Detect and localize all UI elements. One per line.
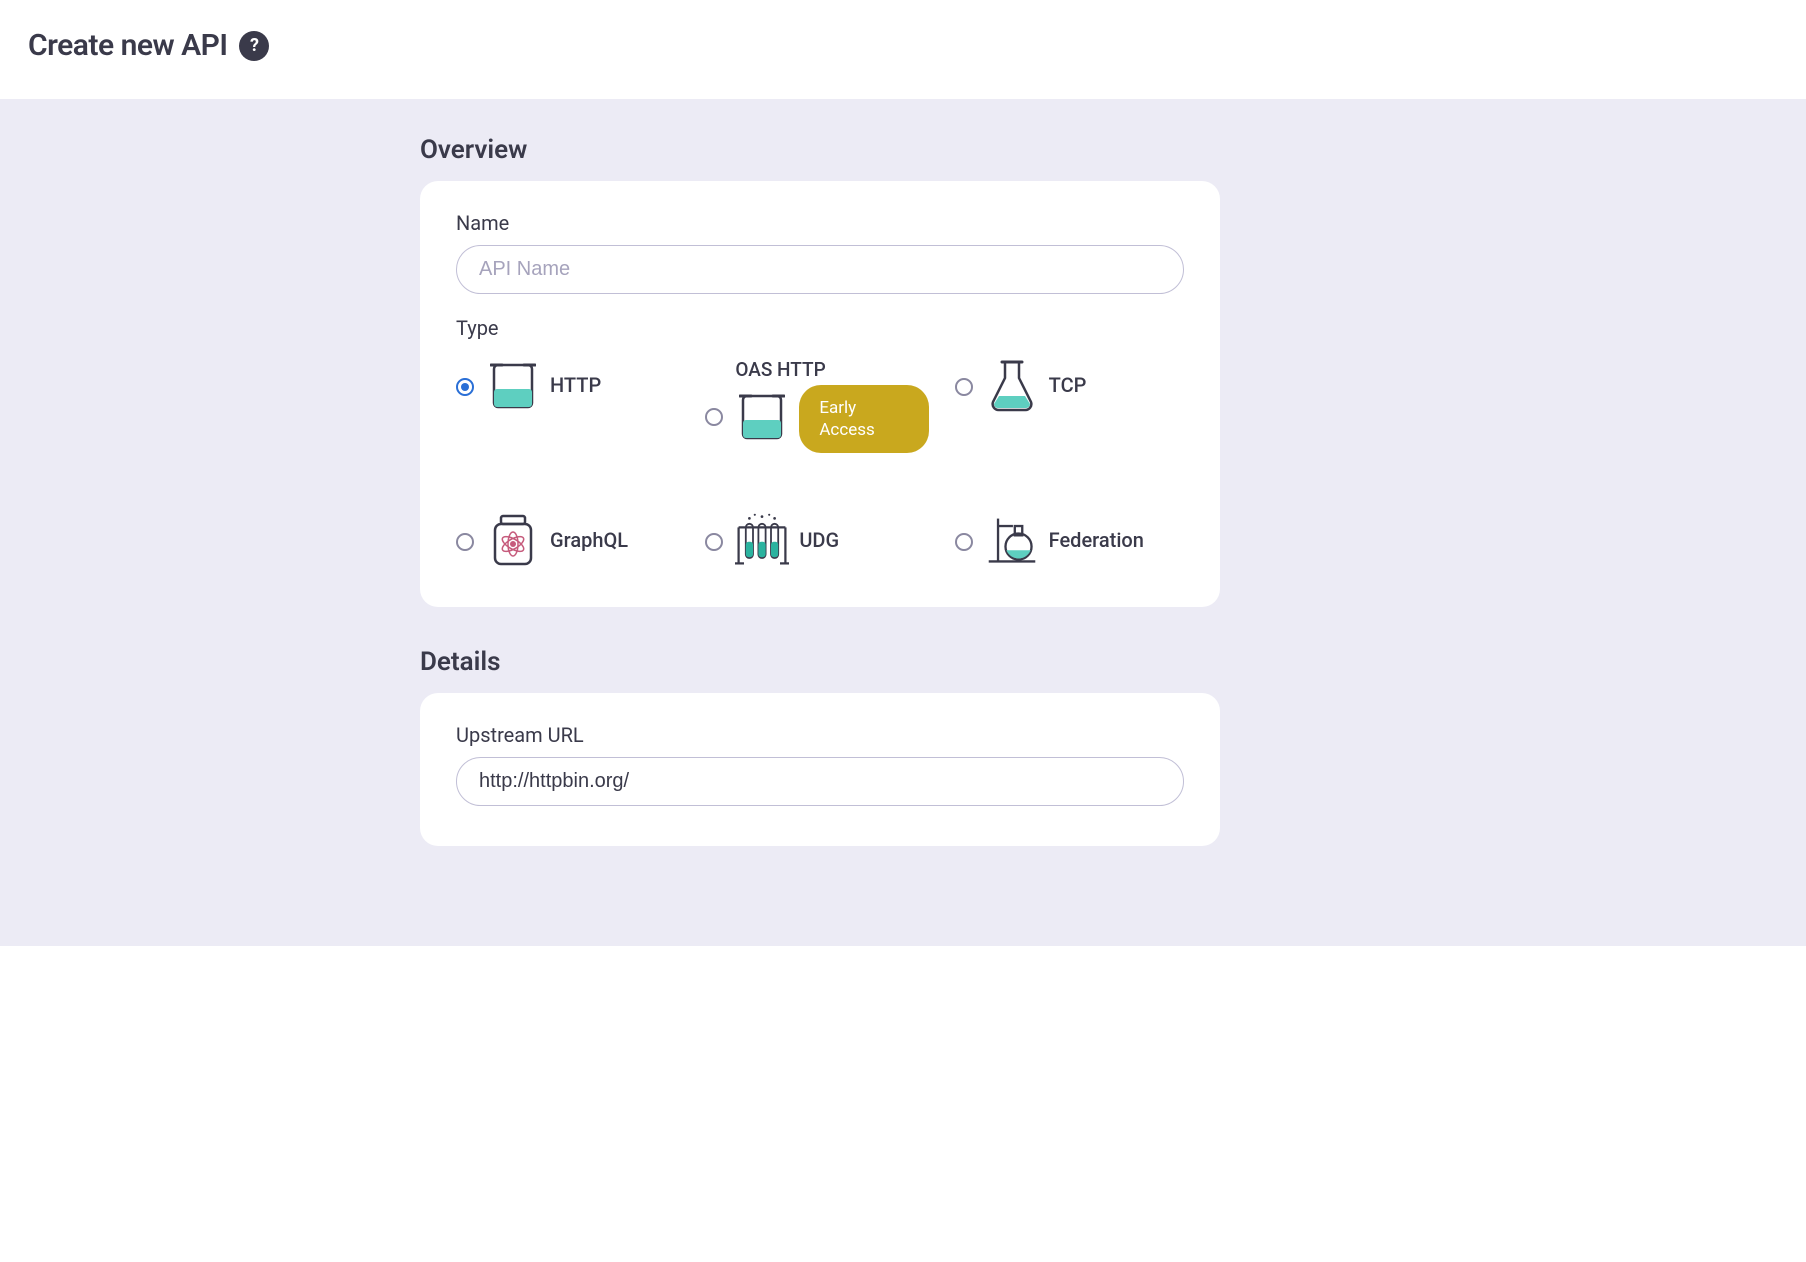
type-label-udg: UDG [799, 528, 839, 552]
type-label: Type [456, 316, 1184, 340]
name-label: Name [456, 211, 1184, 235]
overview-section-title: Overview [420, 135, 1220, 165]
type-option-oas-http[interactable]: OAS HTTP Earl [705, 358, 934, 453]
upstream-url-input[interactable] [456, 757, 1184, 806]
type-option-udg[interactable]: UDG [705, 513, 934, 567]
radio-federation[interactable] [955, 533, 973, 551]
details-section-title: Details [420, 647, 1220, 677]
radio-oas-http[interactable] [705, 408, 723, 426]
radio-http[interactable] [456, 378, 474, 396]
page-title: Create new API [28, 28, 227, 63]
type-label-graphql: GraphQL [550, 528, 628, 552]
type-label-tcp: TCP [1049, 373, 1087, 397]
type-label-federation: Federation [1049, 528, 1144, 552]
early-access-badge: Early Access [799, 385, 929, 453]
type-option-tcp[interactable]: TCP [955, 358, 1184, 453]
type-option-http[interactable]: HTTP [456, 358, 685, 453]
radio-udg[interactable] [705, 533, 723, 551]
api-name-input[interactable] [456, 245, 1184, 294]
flask-icon [985, 358, 1039, 412]
type-option-federation[interactable]: Federation [955, 513, 1184, 567]
jar-atom-icon [486, 513, 540, 567]
help-icon[interactable]: ? [239, 31, 269, 61]
beaker-icon [486, 358, 540, 412]
details-card: Upstream URL [420, 693, 1220, 846]
radio-tcp[interactable] [955, 378, 973, 396]
type-label-oas-http: OAS HTTP [735, 358, 825, 381]
stand-flask-icon [985, 513, 1039, 567]
type-option-graphql[interactable]: GraphQL [456, 513, 685, 567]
radio-graphql[interactable] [456, 533, 474, 551]
type-label-http: HTTP [550, 373, 601, 397]
overview-card: Name Type [420, 181, 1220, 607]
upstream-url-label: Upstream URL [456, 723, 1184, 747]
test-tubes-icon [735, 513, 789, 567]
beaker-icon [735, 389, 789, 443]
